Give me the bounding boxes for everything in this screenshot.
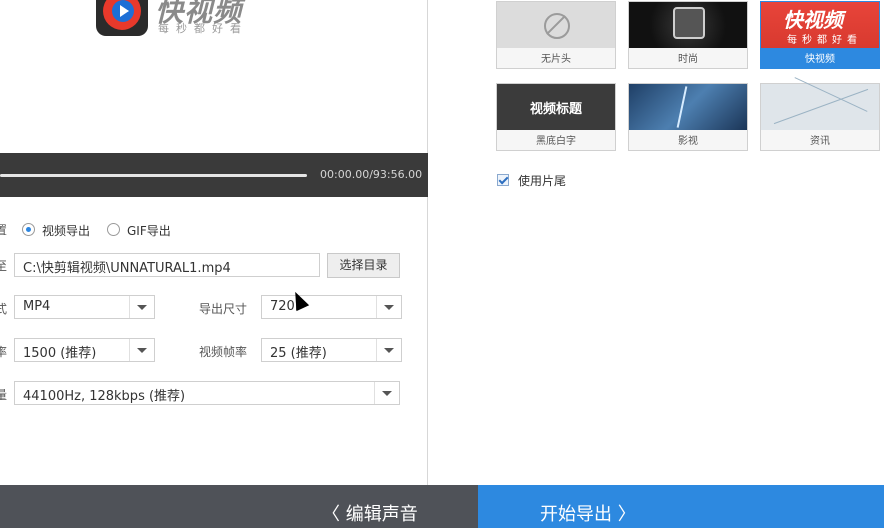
template-kuai-image: 快视频 每秒都好看 xyxy=(761,2,879,48)
size-select[interactable]: 720P xyxy=(261,295,402,319)
template-caption: 影视 xyxy=(678,136,698,147)
chevron-left-icon: 〈 xyxy=(322,504,340,525)
news-line xyxy=(794,77,868,112)
template-film[interactable]: 影视 xyxy=(628,83,748,151)
news-line xyxy=(773,88,869,125)
kuai-image-title: 快视频 xyxy=(783,8,843,32)
progress-bar[interactable] xyxy=(0,174,307,177)
edge-label: 率 xyxy=(0,345,8,359)
chevron-down-icon[interactable] xyxy=(376,339,401,361)
lightning-icon xyxy=(676,86,688,128)
edge-label: 至 xyxy=(0,259,8,273)
template-caption: 快视频 xyxy=(805,54,835,65)
chevron-down-icon[interactable] xyxy=(376,296,401,318)
audio-quality-select[interactable]: 44100Hz, 128kbps (推荐) xyxy=(14,381,400,405)
bw-image-title: 视频标题 xyxy=(529,102,582,117)
start-export-label: 开始导出 xyxy=(540,504,612,525)
use-ending-label[interactable]: 使用片尾 xyxy=(518,172,566,189)
template-fashion-image xyxy=(629,2,747,48)
chevron-right-icon: 〉 xyxy=(617,504,636,525)
template-caption: 无片头 xyxy=(541,54,571,65)
template-kuai[interactable]: 快视频 每秒都好看 快视频 xyxy=(760,1,880,69)
save-path-input[interactable]: C:\快剪辑视频\UNNATURAL1.mp4 xyxy=(14,253,320,277)
audio-value: 44100Hz, 128kbps (推荐) xyxy=(23,389,186,404)
size-label: 导出尺寸 xyxy=(199,302,248,316)
fps-value: 25 (推荐) xyxy=(270,346,327,361)
fashion-emblem-icon xyxy=(673,7,705,39)
start-export-button[interactable] xyxy=(478,485,884,528)
edit-audio-button[interactable]: 〈 编辑声音 xyxy=(322,500,418,526)
template-film-image xyxy=(629,84,747,130)
template-news[interactable]: 资讯 xyxy=(760,77,880,151)
use-ending-checkbox[interactable] xyxy=(497,174,509,186)
template-caption: 资讯 xyxy=(810,136,830,147)
timecode: 00:00.00/93:56.00 xyxy=(320,168,423,181)
template-bw-image: 视频标题 xyxy=(497,84,615,130)
radio-gif-export[interactable] xyxy=(107,223,120,236)
chevron-down-icon[interactable] xyxy=(129,296,154,318)
kuai-image-sub: 每秒都好看 xyxy=(787,35,862,46)
edge-label: 置 xyxy=(0,223,8,237)
bitrate-value: 1500 (推荐) xyxy=(23,346,97,361)
fps-label: 视频帧率 xyxy=(199,345,248,359)
edge-label: 量 xyxy=(0,388,8,402)
template-caption: 黑底白字 xyxy=(536,136,576,147)
format-select[interactable]: MP4 xyxy=(14,295,155,319)
template-news-image xyxy=(761,77,879,130)
bitrate-select[interactable]: 1500 (推荐) xyxy=(14,338,155,362)
template-fashion[interactable]: 时尚 xyxy=(628,1,748,69)
radio-gif-label[interactable]: GIF导出 xyxy=(127,222,171,239)
chevron-down-icon[interactable] xyxy=(129,339,154,361)
brand-slogan: 每秒都好看 xyxy=(158,22,248,35)
radio-video-export[interactable] xyxy=(22,223,35,236)
choose-directory-button[interactable]: 选择目录 xyxy=(327,253,400,278)
panel-divider xyxy=(427,0,428,485)
template-caption: 时尚 xyxy=(678,54,698,65)
no-symbol-icon xyxy=(544,13,570,39)
fps-select[interactable]: 25 (推荐) xyxy=(261,338,402,362)
edit-audio-label: 编辑声音 xyxy=(345,504,418,525)
chevron-down-icon[interactable] xyxy=(374,382,399,404)
edge-label: 式 xyxy=(0,302,8,316)
start-export-label-wrap[interactable]: 开始导出 〉 xyxy=(540,500,636,526)
template-black-white[interactable]: 视频标题 黑底白字 xyxy=(496,83,616,151)
play-triangle-icon xyxy=(120,5,129,17)
template-none-image xyxy=(497,2,615,48)
format-value: MP4 xyxy=(23,299,51,314)
template-none[interactable]: 无片头 xyxy=(496,1,616,69)
radio-video-label[interactable]: 视频导出 xyxy=(42,222,90,239)
